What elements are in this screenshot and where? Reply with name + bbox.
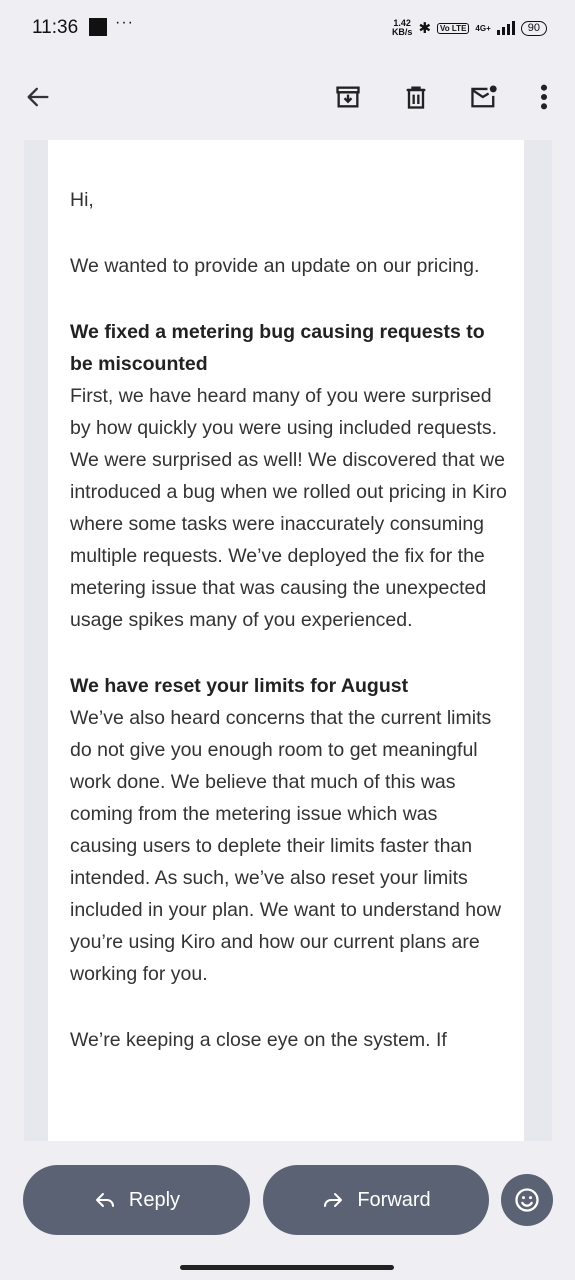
battery-indicator: 90 <box>520 20 547 36</box>
email-body-card: Hi, We wanted to provide an update on ou… <box>48 140 524 1141</box>
back-button[interactable] <box>18 77 58 117</box>
delete-icon <box>406 86 426 109</box>
forward-label: Forward <box>357 1188 431 1211</box>
bluetooth-icon: ✱ <box>418 20 432 37</box>
section2-heading: We have reset your limits for August <box>70 675 409 697</box>
home-indicator[interactable] <box>180 1265 394 1270</box>
network-speed-unit: KB/s <box>391 27 413 37</box>
emoji-icon <box>515 1188 539 1212</box>
section2-body: We’ve also heard concerns that the curre… <box>70 707 502 985</box>
archive-button[interactable] <box>328 77 368 117</box>
signal-icon <box>496 21 515 35</box>
forward-button[interactable]: Forward <box>263 1165 489 1235</box>
network-speed: 1.42 KB/s <box>392 19 413 37</box>
email-toolbar <box>0 56 575 140</box>
more-notifications-icon: ··· <box>115 14 134 31</box>
status-time: 11:36 <box>32 17 79 38</box>
forward-icon <box>324 1193 343 1207</box>
more-vert-icon <box>540 84 548 110</box>
email-greeting: Hi, <box>70 189 94 211</box>
more-options-button[interactable] <box>524 77 564 117</box>
reply-button[interactable]: Reply <box>23 1165 250 1235</box>
mark-unread-icon <box>471 85 497 108</box>
volte-badge: Vo LTE <box>437 22 470 34</box>
section1-body: First, we have heard many of you were su… <box>70 385 507 631</box>
emoji-reaction-button[interactable] <box>501 1174 553 1226</box>
email-intro: We wanted to provide an update on our pr… <box>70 255 480 277</box>
mark-unread-button[interactable] <box>464 77 504 117</box>
status-right-group: 1.42 KB/s ✱ Vo LTE 4G+ 90 <box>392 16 547 40</box>
status-bar: 11:36 ··· 1.42 KB/s ✱ Vo LTE 4G+ 90 <box>0 0 575 56</box>
section1-heading: We fixed a metering bug causing requests… <box>70 321 485 375</box>
reply-icon <box>95 1193 114 1207</box>
archive-icon <box>336 86 360 108</box>
back-arrow-icon <box>27 87 49 107</box>
bottom-action-bar: Reply Forward <box>0 1141 575 1280</box>
email-body: Hi, We wanted to provide an update on ou… <box>70 184 510 1056</box>
closing-paragraph: We’re keeping a close eye on the system.… <box>70 1029 447 1051</box>
notification-square-icon <box>89 18 107 36</box>
network-type: 4G+ <box>475 23 491 33</box>
reply-label: Reply <box>128 1188 181 1211</box>
delete-button[interactable] <box>396 77 436 117</box>
